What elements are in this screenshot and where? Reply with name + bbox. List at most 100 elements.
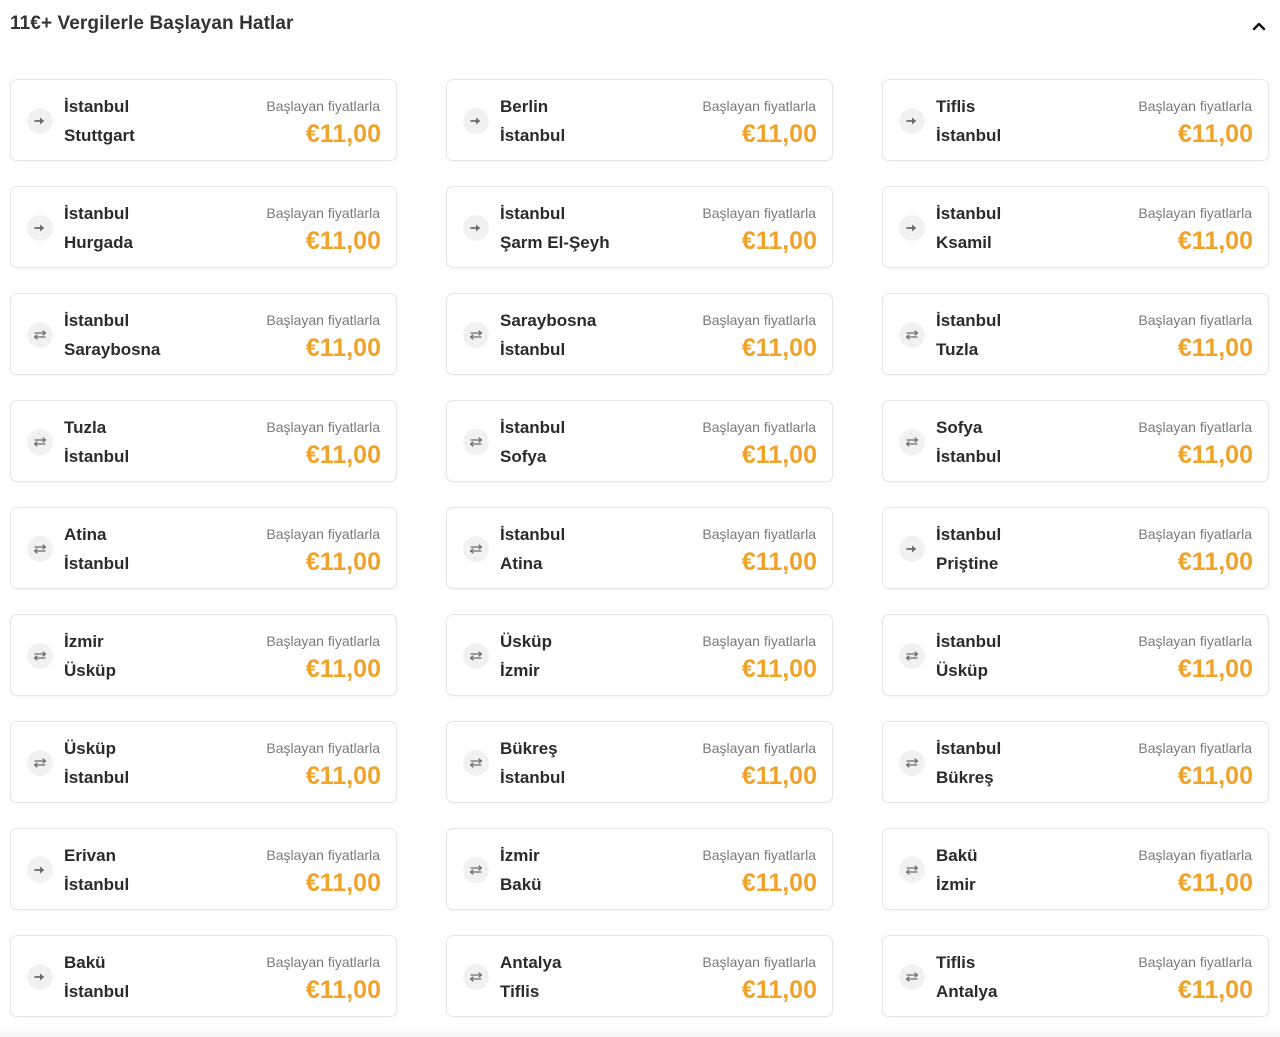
swap-arrows-icon: [27, 429, 53, 455]
swap-arrows-icon: [463, 322, 489, 348]
route-card[interactable]: İstanbul Ksamil Başlayan fiyatlarla €11,00: [882, 186, 1269, 268]
price-label: Başlayan fiyatlarla: [1138, 847, 1252, 863]
arrow-right-icon: [899, 536, 925, 562]
price-label: Başlayan fiyatlarla: [1138, 205, 1252, 221]
origin-city: İstanbul: [64, 311, 130, 330]
price-label: Başlayan fiyatlarla: [266, 98, 380, 114]
swap-arrows-icon: [899, 750, 925, 776]
route-card[interactable]: Bükreş İstanbul Başlayan fiyatlarla €11,00: [446, 721, 833, 803]
price-label: Başlayan fiyatlarla: [702, 98, 816, 114]
destination-city: İstanbul: [936, 447, 1002, 466]
origin-city: Tiflis: [936, 97, 976, 116]
route-grid: İstanbul Stuttgart Başlayan fiyatlarla €11,…: [10, 79, 1270, 1017]
origin-city: İstanbul: [936, 204, 1002, 223]
route-card[interactable]: İzmir Üsküp Başlayan fiyatlarla €11,00: [10, 614, 397, 696]
destination-city: Üsküp: [64, 661, 116, 680]
route-card[interactable]: İstanbul Hurgada Başlayan fiyatlarla €11,00: [10, 186, 397, 268]
price-value: €11,00: [741, 441, 817, 469]
scroll-fade: [0, 1029, 1280, 1037]
price-value: €11,00: [305, 655, 381, 683]
destination-city: Bükreş: [936, 768, 994, 787]
collapse-button[interactable]: [1248, 15, 1270, 37]
destination-city: İzmir: [500, 661, 540, 680]
route-card[interactable]: İstanbul Stuttgart Başlayan fiyatlarla €11,…: [10, 79, 397, 161]
arrow-right-icon: [463, 108, 489, 134]
route-card[interactable]: Tiflis Antalya Başlayan fiyatlarla €11,00: [882, 935, 1269, 1017]
price-value: €11,00: [1177, 441, 1253, 469]
price-value: €11,00: [741, 120, 817, 148]
price-label: Başlayan fiyatlarla: [1138, 633, 1252, 649]
price-label: Başlayan fiyatlarla: [702, 419, 816, 435]
route-card[interactable]: İstanbul Şarm El-Şeyh Başlayan fiyatlarla €…: [446, 186, 833, 268]
route-card[interactable]: İstanbul Priştine Başlayan fiyatlarla €11,0…: [882, 507, 1269, 589]
route-card[interactable]: İstanbul Atina Başlayan fiyatlarla €11,00: [446, 507, 833, 589]
destination-city: Bakü: [500, 875, 542, 894]
price-label: Başlayan fiyatlarla: [702, 526, 816, 542]
route-card[interactable]: Atina İstanbul Başlayan fiyatlarla €11,00: [10, 507, 397, 589]
origin-city: Atina: [64, 525, 107, 544]
section-title: 11€+ Vergilerle Başlayan Hatlar: [10, 13, 294, 34]
price-label: Başlayan fiyatlarla: [1138, 526, 1252, 542]
price-label: Başlayan fiyatlarla: [702, 954, 816, 970]
route-card[interactable]: Saraybosna İstanbul Başlayan fiyatlarla €11…: [446, 293, 833, 375]
price-label: Başlayan fiyatlarla: [266, 312, 380, 328]
origin-city: İstanbul: [500, 418, 566, 437]
price-value: €11,00: [741, 655, 817, 683]
destination-city: İstanbul: [64, 554, 130, 573]
origin-city: İstanbul: [500, 525, 566, 544]
price-value: €11,00: [741, 762, 817, 790]
swap-arrows-icon: [463, 857, 489, 883]
route-card[interactable]: Üsküp İzmir Başlayan fiyatlarla €11,00: [446, 614, 833, 696]
destination-city: Antalya: [936, 982, 998, 1001]
destination-city: Saraybosna: [64, 340, 161, 359]
price-label: Başlayan fiyatlarla: [1138, 419, 1252, 435]
price-value: €11,00: [305, 334, 381, 362]
price-label: Başlayan fiyatlarla: [702, 740, 816, 756]
origin-city: İstanbul: [936, 525, 1002, 544]
route-card[interactable]: İstanbul Tuzla Başlayan fiyatlarla €11,00: [882, 293, 1269, 375]
destination-city: Ksamil: [936, 233, 992, 252]
price-value: €11,00: [741, 869, 817, 897]
route-card[interactable]: İstanbul Sofya Başlayan fiyatlarla €11,00: [446, 400, 833, 482]
origin-city: Antalya: [500, 953, 562, 972]
route-card[interactable]: Berlin İstanbul Başlayan fiyatlarla €11,00: [446, 79, 833, 161]
route-card[interactable]: İstanbul Saraybosna Başlayan fiyatlarla €11…: [10, 293, 397, 375]
price-label: Başlayan fiyatlarla: [702, 312, 816, 328]
arrow-right-icon: [27, 108, 53, 134]
route-card[interactable]: İstanbul Bükreş Başlayan fiyatlarla €11,00: [882, 721, 1269, 803]
swap-arrows-icon: [463, 750, 489, 776]
route-card[interactable]: İstanbul Üsküp Başlayan fiyatlarla €11,00: [882, 614, 1269, 696]
route-card[interactable]: Antalya Tiflis Başlayan fiyatlarla €11,00: [446, 935, 833, 1017]
arrow-right-icon: [27, 215, 53, 241]
destination-city: İstanbul: [64, 982, 130, 1001]
destination-city: İstanbul: [64, 875, 130, 894]
origin-city: İzmir: [64, 632, 104, 651]
arrow-right-icon: [463, 215, 489, 241]
destination-city: İstanbul: [500, 340, 566, 359]
price-value: €11,00: [305, 976, 381, 1004]
price-value: €11,00: [305, 869, 381, 897]
destination-city: Tiflis: [500, 982, 540, 1001]
destination-city: Üsküp: [936, 661, 988, 680]
route-card[interactable]: Sofya İstanbul Başlayan fiyatlarla €11,00: [882, 400, 1269, 482]
price-label: Başlayan fiyatlarla: [266, 419, 380, 435]
route-card[interactable]: Bakü İzmir Başlayan fiyatlarla €11,00: [882, 828, 1269, 910]
swap-arrows-icon: [899, 643, 925, 669]
origin-city: Bakü: [64, 953, 106, 972]
route-card[interactable]: Tiflis İstanbul Başlayan fiyatlarla €11,00: [882, 79, 1269, 161]
route-card[interactable]: Bakü İstanbul Başlayan fiyatlarla €11,00: [10, 935, 397, 1017]
swap-arrows-icon: [899, 429, 925, 455]
price-value: €11,00: [1177, 120, 1253, 148]
swap-arrows-icon: [27, 322, 53, 348]
route-card[interactable]: Erivan İstanbul Başlayan fiyatlarla €11,00: [10, 828, 397, 910]
price-value: €11,00: [305, 227, 381, 255]
price-value: €11,00: [741, 548, 817, 576]
origin-city: Üsküp: [500, 632, 552, 651]
price-value: €11,00: [741, 976, 817, 1004]
price-label: Başlayan fiyatlarla: [1138, 954, 1252, 970]
origin-city: Erivan: [64, 846, 116, 865]
route-card[interactable]: Üsküp İstanbul Başlayan fiyatlarla €11,00: [10, 721, 397, 803]
swap-arrows-icon: [27, 536, 53, 562]
route-card[interactable]: Tuzla İstanbul Başlayan fiyatlarla €11,00: [10, 400, 397, 482]
route-card[interactable]: İzmir Bakü Başlayan fiyatlarla €11,00: [446, 828, 833, 910]
